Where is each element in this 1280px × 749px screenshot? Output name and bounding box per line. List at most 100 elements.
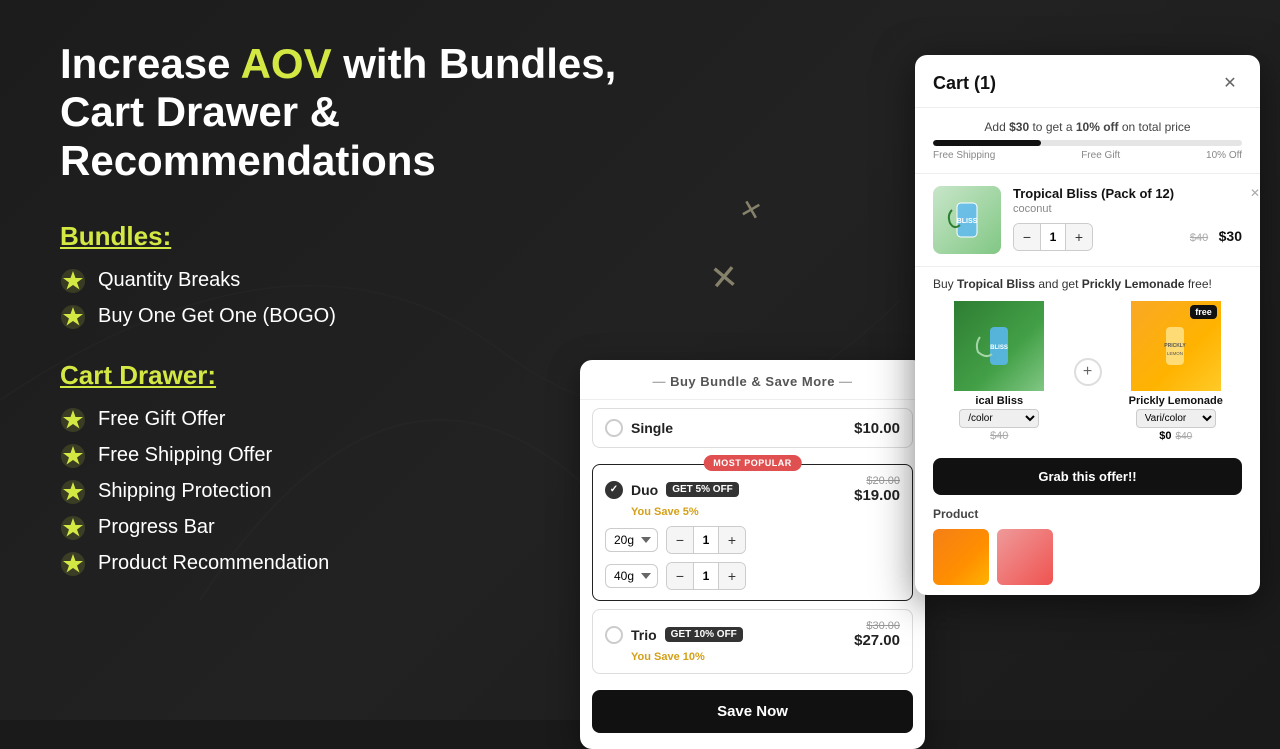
cart-qty-increase[interactable]: + — [1066, 224, 1092, 250]
left-content: Increase AOV with Bundles,Cart Drawer & … — [60, 40, 640, 607]
bundles-features: Quantity Breaks Buy One Get One (BOGO) — [60, 268, 640, 330]
star-icon-2 — [60, 304, 86, 330]
progress-section: Add $30 to get a 10% off on total price … — [915, 108, 1260, 174]
bundle-panel: Buy Bundle & Save More Single $10.00 MOS… — [580, 360, 925, 749]
cart-close-button[interactable]: ✕ — [1218, 71, 1242, 95]
feature-quantity-breaks: Quantity Breaks — [60, 268, 640, 294]
duo-variant-select-2[interactable]: 40g 20g — [605, 564, 658, 588]
star-icon-5 — [60, 479, 86, 505]
option-single-name: Single — [631, 420, 673, 436]
bogo-tropical-icon: BLISS — [972, 319, 1027, 374]
bogo-product-1-name: ical Bliss — [933, 395, 1066, 407]
free-badge: free — [1190, 305, 1217, 319]
duo-old-price: $20.00 — [854, 475, 900, 487]
bogo-product-1-variant[interactable]: /color — [959, 409, 1039, 428]
progress-label-gift: Free Gift — [1081, 150, 1120, 161]
progress-bar — [933, 140, 1242, 146]
svg-text:PRICKLY: PRICKLY — [1165, 343, 1187, 349]
star-icon-3 — [60, 407, 86, 433]
cart-drawer: Cart (1) ✕ Add $30 to get a 10% off on t… — [915, 55, 1260, 595]
duo-variant-row-2: 40g 20g − 1 + — [605, 562, 900, 590]
option-trio-name: Trio — [631, 627, 657, 643]
duo-qty-control-2: − 1 + — [666, 562, 746, 590]
bogo-lemonade-icon: PRICKLY LEMON — [1148, 319, 1203, 374]
cart-item-new-price: $30 — [1219, 228, 1242, 244]
cart-qty-number: 1 — [1040, 224, 1066, 250]
cart-title: Cart (1) — [933, 73, 996, 94]
related-thumb-1-image — [933, 529, 989, 585]
bogo-product-1: BLISS ical Bliss /color $40 — [933, 301, 1066, 442]
svg-text:LEMON: LEMON — [1167, 351, 1183, 356]
bogo-plus-icon: + — [1074, 358, 1102, 386]
cart-drawer-title: Cart Drawer: — [60, 360, 640, 391]
progress-label-discount: 10% Off — [1206, 150, 1242, 161]
check-duo[interactable] — [605, 481, 623, 499]
progress-text: Add $30 to get a 10% off on total price — [933, 120, 1242, 134]
duo-save-text: You Save 5% — [631, 506, 900, 518]
cart-qty-decrease[interactable]: − — [1014, 224, 1040, 250]
progress-label-shipping: Free Shipping — [933, 150, 995, 161]
cart-item: BLISS Tropical Bliss (Pack of 12) coconu… — [915, 174, 1260, 267]
sparkle-icon-2: ✕ — [708, 257, 740, 299]
cart-item-old-price: $40 — [1190, 232, 1208, 244]
bogo-product-1-old-price: $40 — [990, 430, 1008, 442]
duo-qty-number-1: 1 — [693, 527, 719, 553]
grab-offer-button[interactable]: Grab this offer!! — [933, 458, 1242, 495]
bogo-text: Buy Tropical Bliss and get Prickly Lemon… — [933, 277, 1242, 291]
bogo-products: BLISS ical Bliss /color $40 + — [933, 301, 1242, 442]
heading-highlight: AOV — [241, 40, 332, 87]
duo-qty-increase-2[interactable]: + — [719, 563, 745, 589]
bundles-section: Bundles: Quantity Breaks Buy One Get One… — [60, 221, 640, 330]
radio-trio[interactable] — [605, 626, 623, 644]
option-duo-name: Duo — [631, 482, 658, 498]
trio-discount-badge: GET 10% OFF — [665, 627, 743, 642]
trio-old-price: $30.00 — [854, 620, 900, 632]
save-now-button[interactable]: Save Now — [592, 690, 913, 733]
bundle-option-trio[interactable]: Trio GET 10% OFF $30.00 $27.00 You Save … — [592, 609, 913, 674]
cart-item-name: Tropical Bliss (Pack of 12) — [1013, 186, 1242, 201]
bundle-panel-header: Buy Bundle & Save More — [580, 360, 925, 400]
duo-qty-decrease-1[interactable]: − — [667, 527, 693, 553]
most-popular-badge: MOST POPULAR — [703, 455, 802, 471]
cart-header: Cart (1) ✕ — [915, 55, 1260, 108]
svg-text:BLISS: BLISS — [990, 345, 1008, 351]
cart-drawer-section: Cart Drawer: Free Gift Offer Free Shippi… — [60, 360, 640, 577]
svg-text:BLISS: BLISS — [957, 218, 978, 225]
cart-drawer-features: Free Gift Offer Free Shipping Offer Ship… — [60, 407, 640, 577]
bogo-product-2-variant[interactable]: Vari/color — [1136, 409, 1216, 428]
bogo-product-2-old-price: $40 — [1176, 431, 1193, 442]
bogo-product-2-name: Prickly Lemonade — [1110, 395, 1243, 407]
feature-bogo: Buy One Get One (BOGO) — [60, 304, 640, 330]
duo-qty-increase-1[interactable]: + — [719, 527, 745, 553]
bundles-title: Bundles: — [60, 221, 640, 252]
cart-item-details: Tropical Bliss (Pack of 12) coconut − 1 … — [1013, 186, 1242, 251]
duo-qty-control-1: − 1 + — [666, 526, 746, 554]
related-thumb-2[interactable] — [997, 529, 1053, 585]
bogo-product-1-image: BLISS — [954, 301, 1044, 391]
related-thumb-1[interactable] — [933, 529, 989, 585]
cart-item-remove[interactable]: ✕ — [1250, 184, 1260, 202]
related-thumb-2-image — [997, 529, 1053, 585]
star-icon-1 — [60, 268, 86, 294]
duo-new-price: $19.00 — [854, 487, 900, 504]
radio-single[interactable] — [605, 419, 623, 437]
cart-item-qty-row: − 1 + $40 $30 — [1013, 223, 1242, 251]
bogo-product-2-price: $0 — [1159, 430, 1171, 442]
main-heading: Increase AOV with Bundles,Cart Drawer & … — [60, 40, 640, 185]
bundle-option-single[interactable]: Single $10.00 — [592, 408, 913, 448]
duo-variant-select-1[interactable]: 20g 40g — [605, 528, 658, 552]
related-label: Product — [915, 503, 1260, 529]
cart-item-variant: coconut — [1013, 203, 1242, 215]
bogo-product-2-image-wrap: PRICKLY LEMON free — [1131, 301, 1221, 391]
duo-qty-decrease-2[interactable]: − — [667, 563, 693, 589]
bundle-option-duo[interactable]: MOST POPULAR Duo GET 5% OFF $20.00 $19.0… — [592, 464, 913, 601]
feature-free-gift: Free Gift Offer — [60, 407, 640, 433]
cart-item-prices: $40 $30 — [1190, 228, 1242, 246]
cart-item-image: BLISS — [933, 186, 1001, 254]
tropical-bliss-can-icon: BLISS — [942, 195, 992, 245]
star-icon-6 — [60, 515, 86, 541]
bogo-product-1-image-wrap: BLISS — [954, 301, 1044, 391]
feature-shipping-protection: Shipping Protection — [60, 479, 640, 505]
trio-save-text: You Save 10% — [631, 651, 900, 663]
star-icon-4 — [60, 443, 86, 469]
